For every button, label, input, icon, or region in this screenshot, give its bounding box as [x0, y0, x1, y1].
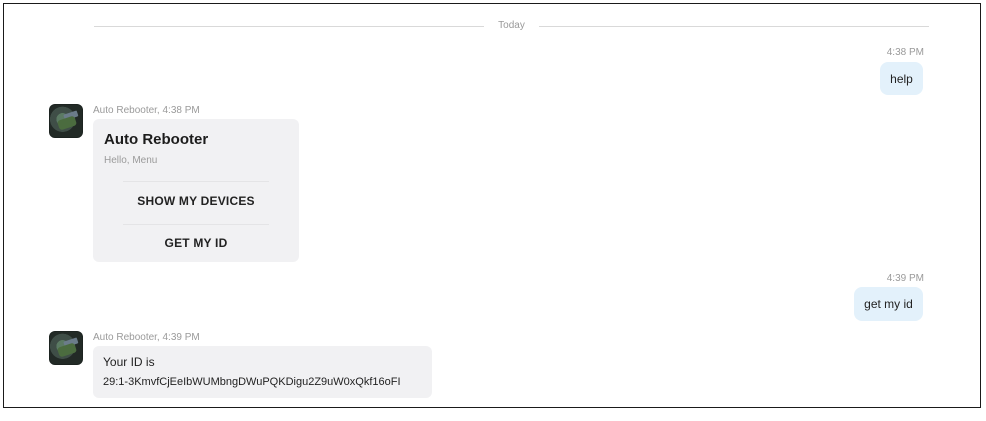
bot-menu-card: Auto Rebooter Hello, Menu SHOW MY DEVICE… [93, 119, 299, 262]
card-subtitle: Hello, Menu [104, 155, 158, 166]
sender-line: Auto Rebooter, 4:39 PM [93, 332, 200, 343]
day-divider-line-right [539, 26, 929, 27]
card-divider [123, 181, 269, 182]
message-line: Your ID is [103, 355, 155, 369]
card-title: Auto Rebooter [104, 131, 209, 148]
show-my-devices-button[interactable]: SHOW MY DEVICES [93, 183, 299, 219]
message-timestamp: 4:38 PM [886, 47, 924, 58]
chat-window: Today 4:38 PM help Auto Rebooter, 4:38 P… [3, 3, 981, 408]
outgoing-message-bubble[interactable]: help [880, 62, 923, 95]
bot-avatar[interactable] [49, 104, 83, 138]
day-divider-label: Today [498, 20, 525, 31]
bot-avatar[interactable] [49, 331, 83, 365]
incoming-message-bubble[interactable]: Your ID is 29:1-3KmvfCjEeIbWUMbngDWuPQKD… [93, 346, 432, 398]
sender-line: Auto Rebooter, 4:38 PM [93, 105, 200, 116]
get-my-id-button[interactable]: GET MY ID [93, 225, 299, 261]
day-divider-line-left [94, 26, 484, 27]
message-timestamp: 4:39 PM [886, 273, 924, 284]
outgoing-message-bubble[interactable]: get my id [854, 287, 923, 321]
user-id-text: 29:1-3KmvfCjEeIbWUMbngDWuPQKDigu2Z9uW0xQ… [103, 376, 401, 388]
